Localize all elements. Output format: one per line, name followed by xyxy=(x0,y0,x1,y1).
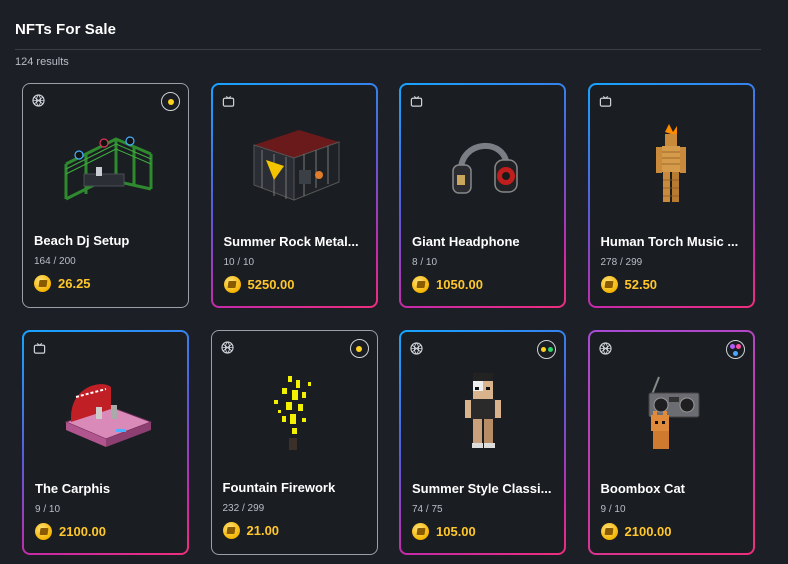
sand-coin-icon xyxy=(35,523,52,540)
nft-card[interactable]: Boombox Cat 9 / 10 2100.00 xyxy=(588,330,755,555)
nft-supply: 232 / 299 xyxy=(222,503,265,514)
nft-price: 105.00 xyxy=(412,523,476,540)
nft-card[interactable]: Human Torch Music ... 278 / 299 52.50 xyxy=(588,83,755,308)
nft-card[interactable]: Fountain Firework 232 / 299 21.00 xyxy=(210,330,378,555)
nft-supply: 278 / 299 xyxy=(600,257,643,268)
nft-name: Giant Headphone xyxy=(412,234,520,249)
nft-name: The Carphis xyxy=(35,481,111,496)
avatar-image xyxy=(401,352,564,472)
result-count: 124 results xyxy=(15,56,69,68)
nft-price: 2100.00 xyxy=(600,523,672,540)
firework-image xyxy=(212,351,377,471)
nft-price-value: 5250.00 xyxy=(247,277,295,292)
sand-coin-icon xyxy=(600,276,618,293)
sand-coin-icon xyxy=(223,276,241,293)
nft-price: 52.50 xyxy=(600,276,658,293)
nft-price-value: 1050.00 xyxy=(436,277,483,292)
nft-name: Summer Rock Metal... xyxy=(223,234,359,249)
rock-stage-image xyxy=(213,105,376,225)
nft-grid: Beach Dj Setup 164 / 200 26.25 Summer Ro… xyxy=(22,83,755,555)
header-divider xyxy=(15,49,761,50)
nft-supply: 10 / 10 xyxy=(223,257,255,268)
nft-supply: 8 / 10 xyxy=(412,257,438,268)
nft-name: Beach Dj Setup xyxy=(34,233,130,248)
sand-coin-icon xyxy=(222,522,240,539)
nft-supply: 9 / 10 xyxy=(600,504,626,515)
nft-price-value: 2100.00 xyxy=(59,524,106,539)
nft-card[interactable]: Summer Style Classi... 74 / 75 105.00 xyxy=(399,330,566,555)
dj-stage-image xyxy=(23,104,188,224)
sand-coin-icon xyxy=(412,523,429,540)
sand-coin-icon xyxy=(412,276,429,293)
nft-card[interactable]: Beach Dj Setup 164 / 200 26.25 xyxy=(22,83,189,308)
page-title: NFTs For Sale xyxy=(15,21,117,38)
torch-figure-image xyxy=(590,105,753,225)
nft-supply: 164 / 200 xyxy=(34,256,76,267)
nft-price-value: 2100.00 xyxy=(624,524,672,539)
sand-coin-icon xyxy=(34,275,51,292)
headphone-image xyxy=(401,105,564,225)
nft-name: Boombox Cat xyxy=(600,481,686,496)
carphis-stage-image xyxy=(24,352,187,472)
nft-price-value: 21.00 xyxy=(246,523,280,538)
nft-price-value: 26.25 xyxy=(58,276,91,291)
nft-price: 21.00 xyxy=(222,522,280,539)
nft-name: Human Torch Music ... xyxy=(600,234,739,249)
sand-coin-icon xyxy=(600,523,618,540)
nft-price-value: 105.00 xyxy=(436,524,476,539)
nft-price: 1050.00 xyxy=(412,276,483,293)
nft-card[interactable]: Giant Headphone 8 / 10 1050.00 xyxy=(399,83,566,308)
nft-card[interactable]: Summer Rock Metal... 10 / 10 5250.00 xyxy=(211,83,378,308)
nft-price: 26.25 xyxy=(34,275,91,292)
nft-supply: 74 / 75 xyxy=(412,504,443,515)
nft-supply: 9 / 10 xyxy=(35,504,61,515)
nft-price: 2100.00 xyxy=(35,523,106,540)
boombox-cat-image xyxy=(590,352,753,472)
nft-name: Fountain Firework xyxy=(222,480,336,495)
nft-price-value: 52.50 xyxy=(624,277,658,292)
nft-card[interactable]: The Carphis 9 / 10 2100.00 xyxy=(22,330,189,555)
nft-price: 5250.00 xyxy=(223,276,295,293)
nft-name: Summer Style Classi... xyxy=(412,481,552,496)
